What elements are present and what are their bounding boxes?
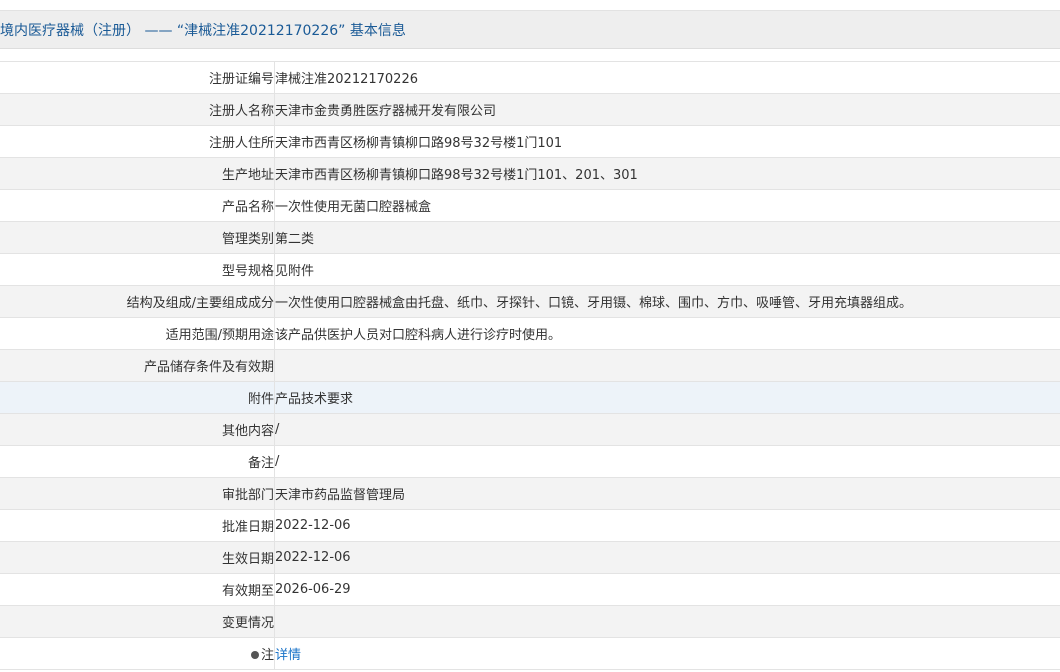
row-approval-department: 审批部门 天津市药品监督管理局: [0, 477, 1060, 510]
info-table: 注册证编号 津械注准20212170226 注册人名称 天津市金贵勇胜医疗器械开…: [0, 61, 1060, 670]
detail-link[interactable]: 详情: [275, 648, 301, 663]
row-management-category: 管理类别 第二类: [0, 221, 1060, 254]
row-value: /: [274, 413, 1060, 446]
row-label: 注册人名称: [0, 93, 275, 126]
row-value: 天津市西青区杨柳青镇柳口路98号32号楼1门101、201、301: [274, 157, 1060, 190]
row-label: 适用范围/预期用途: [0, 317, 275, 350]
row-value: 津械注准20212170226: [274, 61, 1060, 94]
row-value: 产品技术要求: [274, 381, 1060, 414]
row-value: 该产品供医护人员对口腔科病人进行诊疗时使用。: [274, 317, 1060, 350]
row-registrant-name: 注册人名称 天津市金贵勇胜医疗器械开发有限公司: [0, 93, 1060, 126]
row-label: 产品名称: [0, 189, 275, 222]
row-label: 生效日期: [0, 541, 275, 574]
info-dot-icon: [250, 651, 259, 659]
row-value: 一次性使用口腔器械盒由托盘、纸巾、牙探针、口镜、牙用镊、棉球、围巾、方巾、吸唾管…: [274, 285, 1060, 318]
row-label: 备注: [0, 445, 275, 478]
row-value: 详情: [274, 637, 1060, 670]
row-value: 天津市药品监督管理局: [274, 477, 1060, 510]
row-value: 2022-12-06: [274, 541, 1060, 574]
row-attachment: 附件 产品技术要求: [0, 381, 1060, 414]
row-label: 结构及组成/主要组成成分: [0, 285, 275, 318]
row-approval-date: 批准日期 2022-12-06: [0, 509, 1060, 542]
row-value: 天津市金贵勇胜医疗器械开发有限公司: [274, 93, 1060, 126]
row-label: 其他内容: [0, 413, 275, 446]
row-label: 附件: [0, 381, 275, 414]
row-label: 生产地址: [0, 157, 275, 190]
row-label: 变更情况: [0, 605, 275, 638]
row-value: /: [274, 445, 1060, 478]
row-value: [274, 605, 1060, 638]
row-intended-use: 适用范围/预期用途 该产品供医护人员对口腔科病人进行诊疗时使用。: [0, 317, 1060, 350]
row-label: 型号规格: [0, 253, 275, 286]
page-header: 境内医疗器械（注册） —— “津械注准20212170226” 基本信息: [0, 10, 1060, 49]
row-note: 注 详情: [0, 637, 1060, 670]
row-storage-validity: 产品储存条件及有效期: [0, 349, 1060, 382]
row-value: 天津市西青区杨柳青镇柳口路98号32号楼1门101: [274, 125, 1060, 158]
row-production-address: 生产地址 天津市西青区杨柳青镇柳口路98号32号楼1门101、201、301: [0, 157, 1060, 190]
top-strip: [0, 0, 1060, 10]
row-value: [274, 349, 1060, 382]
row-value: 第二类: [274, 221, 1060, 254]
row-value: 2022-12-06: [274, 509, 1060, 542]
row-structure-composition: 结构及组成/主要组成成分 一次性使用口腔器械盒由托盘、纸巾、牙探针、口镜、牙用镊…: [0, 285, 1060, 318]
row-label: 注: [0, 637, 275, 670]
row-value: 2026-06-29: [274, 573, 1060, 606]
row-product-name: 产品名称 一次性使用无菌口腔器械盒: [0, 189, 1060, 222]
row-model-spec: 型号规格 见附件: [0, 253, 1060, 286]
row-registrant-address: 注册人住所 天津市西青区杨柳青镇柳口路98号32号楼1门101: [0, 125, 1060, 158]
row-label: 管理类别: [0, 221, 275, 254]
note-label: 注: [260, 648, 274, 663]
page-title: 境内医疗器械（注册） —— “津械注准20212170226” 基本信息: [0, 22, 406, 39]
row-label: 审批部门: [0, 477, 275, 510]
row-label: 注册证编号: [0, 61, 275, 94]
row-label: 批准日期: [0, 509, 275, 542]
row-effective-date: 生效日期 2022-12-06: [0, 541, 1060, 574]
row-registration-number: 注册证编号 津械注准20212170226: [0, 61, 1060, 94]
row-remarks: 备注 /: [0, 445, 1060, 478]
row-label: 注册人住所: [0, 125, 275, 158]
row-value: 见附件: [274, 253, 1060, 286]
row-value: 一次性使用无菌口腔器械盒: [274, 189, 1060, 222]
row-label: 有效期至: [0, 573, 275, 606]
row-expiry-date: 有效期至 2026-06-29: [0, 573, 1060, 606]
row-change-status: 变更情况: [0, 605, 1060, 638]
row-label: 产品储存条件及有效期: [0, 349, 275, 382]
row-other-content: 其他内容 /: [0, 413, 1060, 446]
